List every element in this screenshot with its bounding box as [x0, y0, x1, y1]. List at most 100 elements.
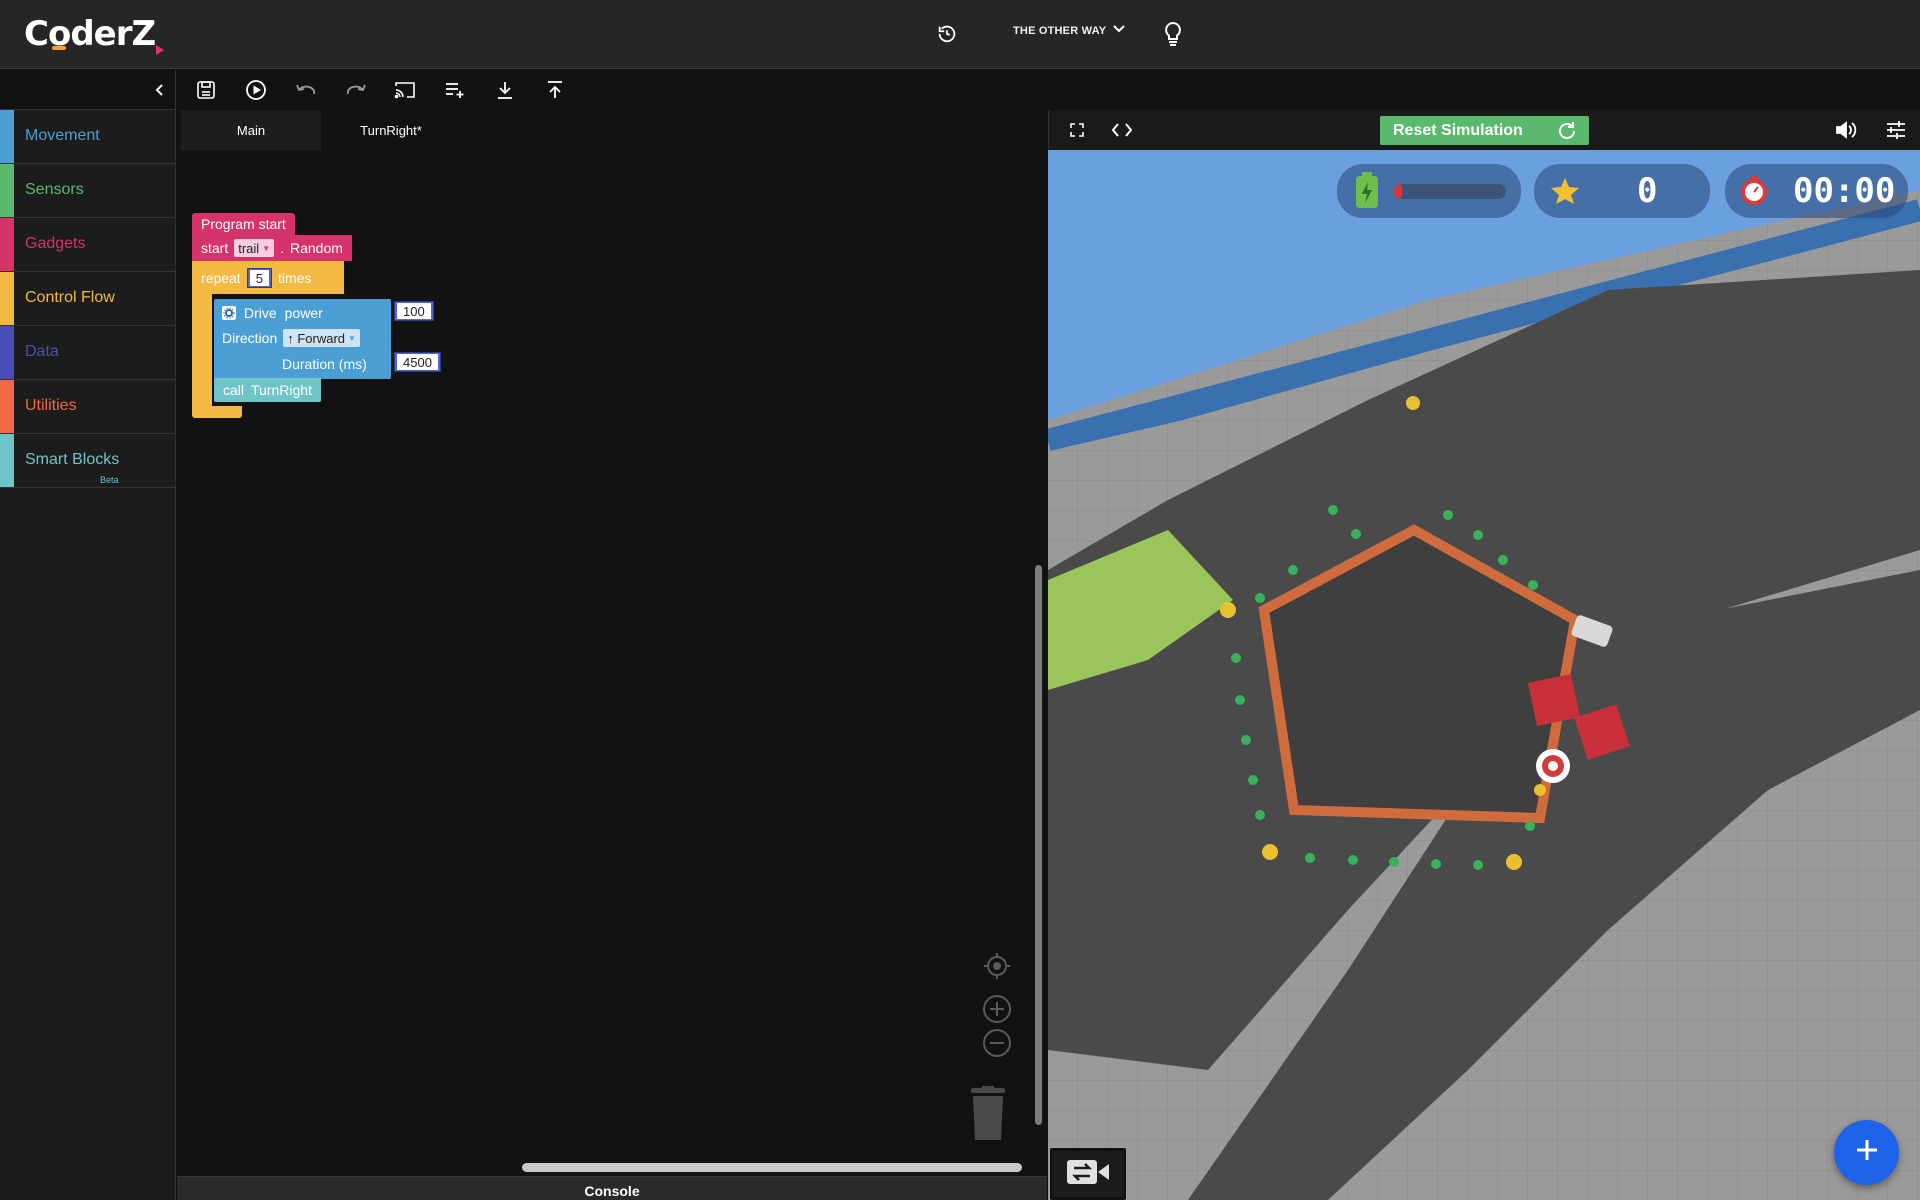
workspace-tabs: Main TurnRight* — [181, 110, 1047, 150]
collapse-sidebar-icon[interactable] — [149, 80, 169, 100]
times-label: times — [277, 270, 312, 286]
zoom-in-icon[interactable] — [982, 994, 1012, 1024]
category-gadgets[interactable]: Gadgets — [0, 218, 175, 272]
arena-scene — [1048, 150, 1920, 1200]
category-label: Smart Blocks — [25, 451, 120, 468]
category-movement[interactable]: Movement — [0, 110, 175, 164]
category-color-bar — [0, 164, 14, 217]
upload-icon[interactable] — [543, 78, 567, 102]
cast-icon[interactable] — [393, 78, 417, 102]
console-label: Console — [584, 1183, 640, 1199]
score-value: 0 — [1637, 171, 1658, 211]
category-color-bar — [0, 434, 14, 487]
download-icon[interactable] — [493, 78, 517, 102]
category-label: Data — [25, 343, 59, 360]
repeat-block-arm — [192, 294, 212, 406]
direction-dropdown[interactable]: ↑ Forward ▼ — [283, 329, 360, 347]
zoom-out-icon[interactable] — [982, 1028, 1012, 1058]
direction-label: Direction — [222, 330, 278, 346]
category-label: Movement — [25, 127, 100, 144]
duration-value: 4500 — [397, 354, 438, 370]
category-label: Gadgets — [25, 235, 86, 252]
separator-label: . — [280, 240, 284, 256]
category-label: Utilities — [25, 397, 77, 414]
direction-row: Direction ↑ Forward ▼ — [222, 327, 360, 349]
trail-dropdown[interactable]: trail ▼ — [234, 239, 275, 257]
coderz-app: CoderZ THE OTHER WAY Movement Sensors Ga… — [0, 0, 1920, 1200]
settings-sliders-icon[interactable] — [1885, 120, 1907, 140]
save-icon[interactable] — [194, 78, 218, 102]
tab-label: Main — [236, 122, 266, 138]
add-button[interactable] — [1834, 1120, 1899, 1185]
program-start-block[interactable]: Program start — [192, 213, 295, 235]
sound-icon[interactable] — [1835, 120, 1857, 140]
reset-simulation-button[interactable]: Reset Simulation — [1380, 116, 1589, 145]
category-smart-blocks[interactable]: Smart Blocks Beta — [0, 434, 175, 488]
score-hud: 0 — [1534, 164, 1710, 218]
category-label: Control Flow — [25, 289, 115, 306]
dropdown-arrow-icon: ▼ — [348, 333, 356, 343]
call-label: call — [223, 382, 245, 398]
coderz-logo: CoderZ — [24, 14, 165, 55]
block-workspace[interactable]: Program start start trail ▼ . Random repe… — [177, 150, 1047, 1176]
console-bar[interactable]: Console — [177, 1176, 1047, 1200]
repeat-count-value: 5 — [249, 270, 269, 286]
tab-main[interactable]: Main — [181, 110, 321, 150]
repeat-label: repeat — [201, 270, 241, 286]
dropdown-arrow-icon: ▼ — [262, 243, 271, 253]
mission-selector[interactable]: THE OTHER WAY — [1013, 24, 1126, 37]
undo-icon[interactable] — [294, 78, 318, 102]
star-icon — [1550, 177, 1580, 210]
timer-hud: 00:00 — [1725, 164, 1908, 218]
function-name-label: TurnRight — [251, 382, 312, 398]
category-color-bar — [0, 326, 14, 379]
lightbulb-icon[interactable] — [1159, 20, 1187, 48]
battery-fill — [1394, 184, 1402, 199]
duration-row: Duration (ms) — [282, 353, 367, 375]
power-value: 100 — [397, 303, 431, 319]
camera-switch-button[interactable] — [1050, 1148, 1126, 1200]
call-function-block[interactable]: call TurnRight — [214, 378, 321, 402]
duration-input[interactable]: 4500 — [394, 352, 441, 372]
block-categories: Movement Sensors Gadgets Control Flow Da… — [0, 110, 176, 1200]
reset-simulation-label: Reset Simulation — [1393, 121, 1523, 139]
drive-row: Drive power — [222, 302, 323, 324]
battery-hud — [1337, 164, 1521, 218]
add-function-icon[interactable] — [443, 78, 467, 102]
repeat-count-input[interactable]: 5 — [246, 268, 272, 288]
fullscreen-icon[interactable] — [1069, 122, 1085, 138]
tab-label: TurnRight* — [360, 122, 422, 138]
plus-icon — [1854, 1137, 1880, 1168]
workspace-vertical-scrollbar[interactable] — [1035, 565, 1042, 1125]
code-view-icon[interactable] — [1111, 120, 1133, 140]
category-sensors[interactable]: Sensors — [0, 164, 175, 218]
stopwatch-icon — [1739, 176, 1769, 211]
category-label: Sensors — [25, 181, 84, 198]
redo-icon[interactable] — [344, 78, 368, 102]
trash-icon[interactable] — [967, 1086, 1009, 1142]
tab-turnright[interactable]: TurnRight* — [321, 110, 461, 150]
battery-icon — [1352, 172, 1382, 215]
start-trail-block[interactable]: start trail ▼ . Random — [192, 235, 352, 261]
category-data[interactable]: Data — [0, 326, 175, 380]
refresh-icon — [1555, 119, 1579, 148]
run-icon[interactable] — [244, 78, 268, 102]
repeat-row: repeat 5 times — [201, 267, 311, 289]
workspace-horizontal-scrollbar[interactable] — [522, 1163, 1022, 1172]
drive-label: Drive — [244, 305, 277, 321]
trail-value: trail — [238, 240, 260, 256]
category-utilities[interactable]: Utilities — [0, 380, 175, 434]
category-color-bar — [0, 272, 14, 325]
start-label: start — [201, 240, 229, 256]
timer-value: 00:00 — [1793, 171, 1896, 211]
simulation-viewport[interactable] — [1048, 150, 1920, 1200]
mission-label: THE OTHER WAY — [1013, 24, 1107, 37]
power-input[interactable]: 100 — [394, 301, 434, 321]
recenter-icon[interactable] — [982, 951, 1012, 981]
power-label: power — [284, 305, 323, 321]
chevron-down-icon — [1112, 24, 1126, 37]
history-icon[interactable] — [933, 20, 961, 48]
category-color-bar — [0, 218, 14, 271]
repeat-block-foot — [192, 406, 242, 418]
category-control-flow[interactable]: Control Flow — [0, 272, 175, 326]
